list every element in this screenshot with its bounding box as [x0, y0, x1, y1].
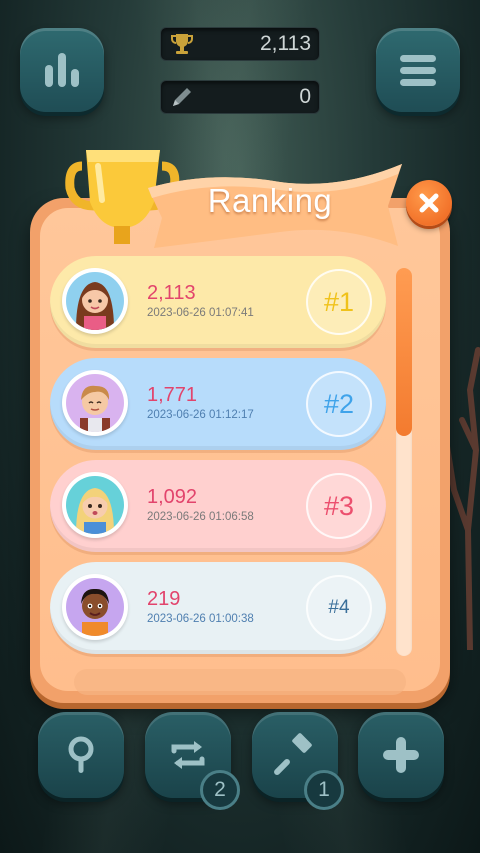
ranking-row-2[interactable]: 1,771 2023-06-26 01:12:17 #2: [50, 358, 386, 450]
moves-display: 0: [160, 80, 320, 114]
player-avatar-boy-blond: [66, 374, 124, 432]
row-timestamp: 2023-06-26 01:07:41: [147, 307, 254, 319]
ranking-list[interactable]: 2,113 2023-06-26 01:07:41 #1 1,771 2023-…: [50, 254, 386, 654]
pencil-icon: [169, 84, 195, 110]
rank-badge: #2: [306, 371, 372, 437]
avatar: [62, 574, 128, 640]
dialog-title: Ranking: [207, 182, 333, 219]
high-score-display: 2,113: [160, 27, 320, 61]
row-timestamp: 2023-06-26 01:12:17: [147, 409, 254, 421]
rank-badge: #4: [306, 575, 372, 641]
row-timestamp: 2023-06-26 01:00:38: [147, 613, 254, 625]
rank-badge: #1: [306, 269, 372, 335]
avatar: [62, 268, 128, 334]
row-score: 1,092: [147, 486, 198, 508]
dialog-footer-bar: [74, 669, 406, 695]
hammer-count-badge: 1: [304, 770, 344, 810]
player-avatar-girl-brown-hair: [66, 272, 124, 330]
ranking-row-1[interactable]: 2,113 2023-06-26 01:07:41 #1: [50, 256, 386, 348]
plus-icon: [383, 737, 419, 773]
ranking-row-4[interactable]: 219 2023-06-26 01:00:38 #4: [50, 562, 386, 654]
row-score: 2,113: [147, 282, 196, 304]
rank-badge: #3: [306, 473, 372, 539]
high-score-value: 2,113: [260, 32, 311, 55]
magnifier-icon: [68, 736, 94, 773]
player-avatar-girl-blonde: [66, 476, 124, 534]
close-button[interactable]: [406, 180, 452, 226]
row-score: 219: [147, 588, 181, 610]
scrollbar-thumb[interactable]: [396, 268, 412, 436]
avatar: [62, 370, 128, 436]
close-icon: [419, 193, 439, 213]
row-timestamp: 2023-06-26 01:06:58: [147, 511, 254, 523]
shuffle-arrows-icon: [171, 741, 205, 769]
ranking-scrollbar[interactable]: [396, 268, 412, 656]
hammer-icon: [274, 733, 312, 775]
stats-button[interactable]: [20, 28, 104, 112]
swap-count-badge: 2: [200, 770, 240, 810]
bar-chart-icon: [45, 53, 79, 87]
add-button[interactable]: [358, 712, 444, 798]
player-avatar-boy-dark-hair: [66, 578, 124, 636]
ranking-row-3[interactable]: 1,092 2023-06-26 01:06:58 #3: [50, 460, 386, 552]
avatar: [62, 472, 128, 538]
trophy-icon: [169, 31, 195, 57]
menu-button[interactable]: [376, 28, 460, 112]
hamburger-menu-icon: [400, 55, 436, 86]
moves-value: 0: [299, 85, 311, 108]
hint-button[interactable]: [38, 712, 124, 798]
row-score: 1,771: [147, 384, 198, 406]
